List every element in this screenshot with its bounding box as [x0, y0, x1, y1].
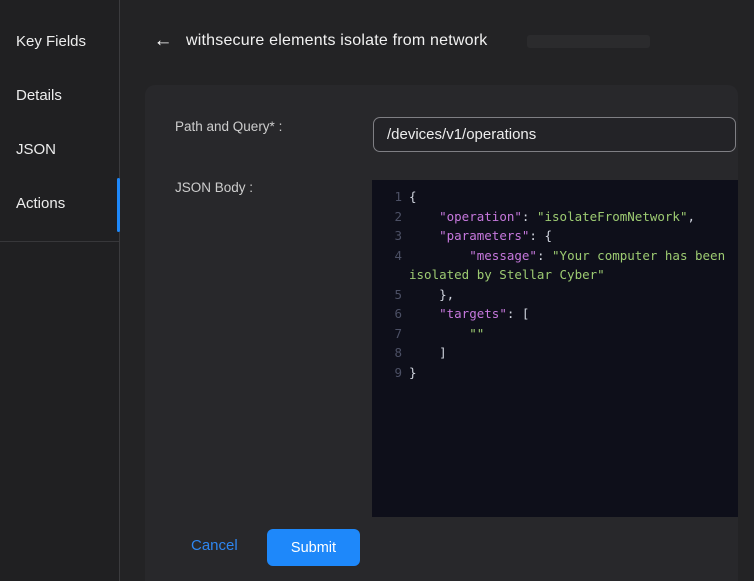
- line-number: 8: [372, 343, 402, 363]
- code-text: },: [409, 285, 454, 305]
- code-text: ]: [409, 343, 447, 363]
- code-line: 9}: [372, 363, 738, 383]
- code-line: 4 "message": "Your computer has been: [372, 246, 738, 266]
- line-number: [372, 265, 402, 285]
- code-line: 8 ]: [372, 343, 738, 363]
- code-line: 3 "parameters": {: [372, 226, 738, 246]
- code-line: 1{: [372, 187, 738, 207]
- code-text: "targets": [: [409, 304, 529, 324]
- line-number: 6: [372, 304, 402, 324]
- line-number: 2: [372, 207, 402, 227]
- back-arrow-icon: ←: [154, 30, 173, 51]
- sidebar-item-details[interactable]: Details: [0, 87, 119, 141]
- line-number: 4: [372, 246, 402, 266]
- path-and-query-input[interactable]: [373, 117, 736, 152]
- sidebar-nav: Key FieldsDetailsJSONActions: [0, 0, 119, 242]
- code-text: "message": "Your computer has been: [409, 246, 725, 266]
- back-button[interactable]: ←: [150, 29, 176, 53]
- json-body-label: JSON Body :: [175, 180, 253, 195]
- line-number: 1: [372, 187, 402, 207]
- submit-button[interactable]: Submit: [267, 529, 360, 566]
- action-form-card: Path and Query* : JSON Body : 1{2 "opera…: [145, 85, 738, 581]
- cancel-button[interactable]: Cancel: [191, 537, 238, 554]
- code-text: "operation": "isolateFromNetwork",: [409, 207, 695, 227]
- code-text: "": [409, 324, 484, 344]
- sidebar-item-json[interactable]: JSON: [0, 141, 119, 195]
- code-text: "parameters": {: [409, 226, 552, 246]
- line-number: 5: [372, 285, 402, 305]
- path-and-query-label: Path and Query* :: [175, 119, 282, 134]
- sidebar-item-actions[interactable]: Actions: [0, 195, 119, 249]
- line-number: 9: [372, 363, 402, 383]
- code-line: 5 },: [372, 285, 738, 305]
- code-line: 2 "operation": "isolateFromNetwork",: [372, 207, 738, 227]
- code-line: isolated by Stellar Cyber": [372, 265, 738, 285]
- code-text: isolated by Stellar Cyber": [409, 265, 605, 285]
- sidebar: Key FieldsDetailsJSONActions: [0, 0, 120, 581]
- active-tab-indicator: [117, 178, 120, 232]
- code-line: 7 "": [372, 324, 738, 344]
- code-text: }: [409, 363, 417, 383]
- code-text: {: [409, 187, 417, 207]
- line-number: 7: [372, 324, 402, 344]
- redacted-text-block: [527, 35, 650, 48]
- page-title: withsecure elements isolate from network: [186, 32, 487, 50]
- app-window: Key FieldsDetailsJSONActions ← withsecur…: [0, 0, 754, 581]
- code-line: 6 "targets": [: [372, 304, 738, 324]
- code-lines: 1{2 "operation": "isolateFromNetwork",3 …: [372, 187, 738, 382]
- sidebar-item-key-fields[interactable]: Key Fields: [0, 33, 119, 87]
- json-body-editor[interactable]: 1{2 "operation": "isolateFromNetwork",3 …: [372, 180, 738, 517]
- line-number: 3: [372, 226, 402, 246]
